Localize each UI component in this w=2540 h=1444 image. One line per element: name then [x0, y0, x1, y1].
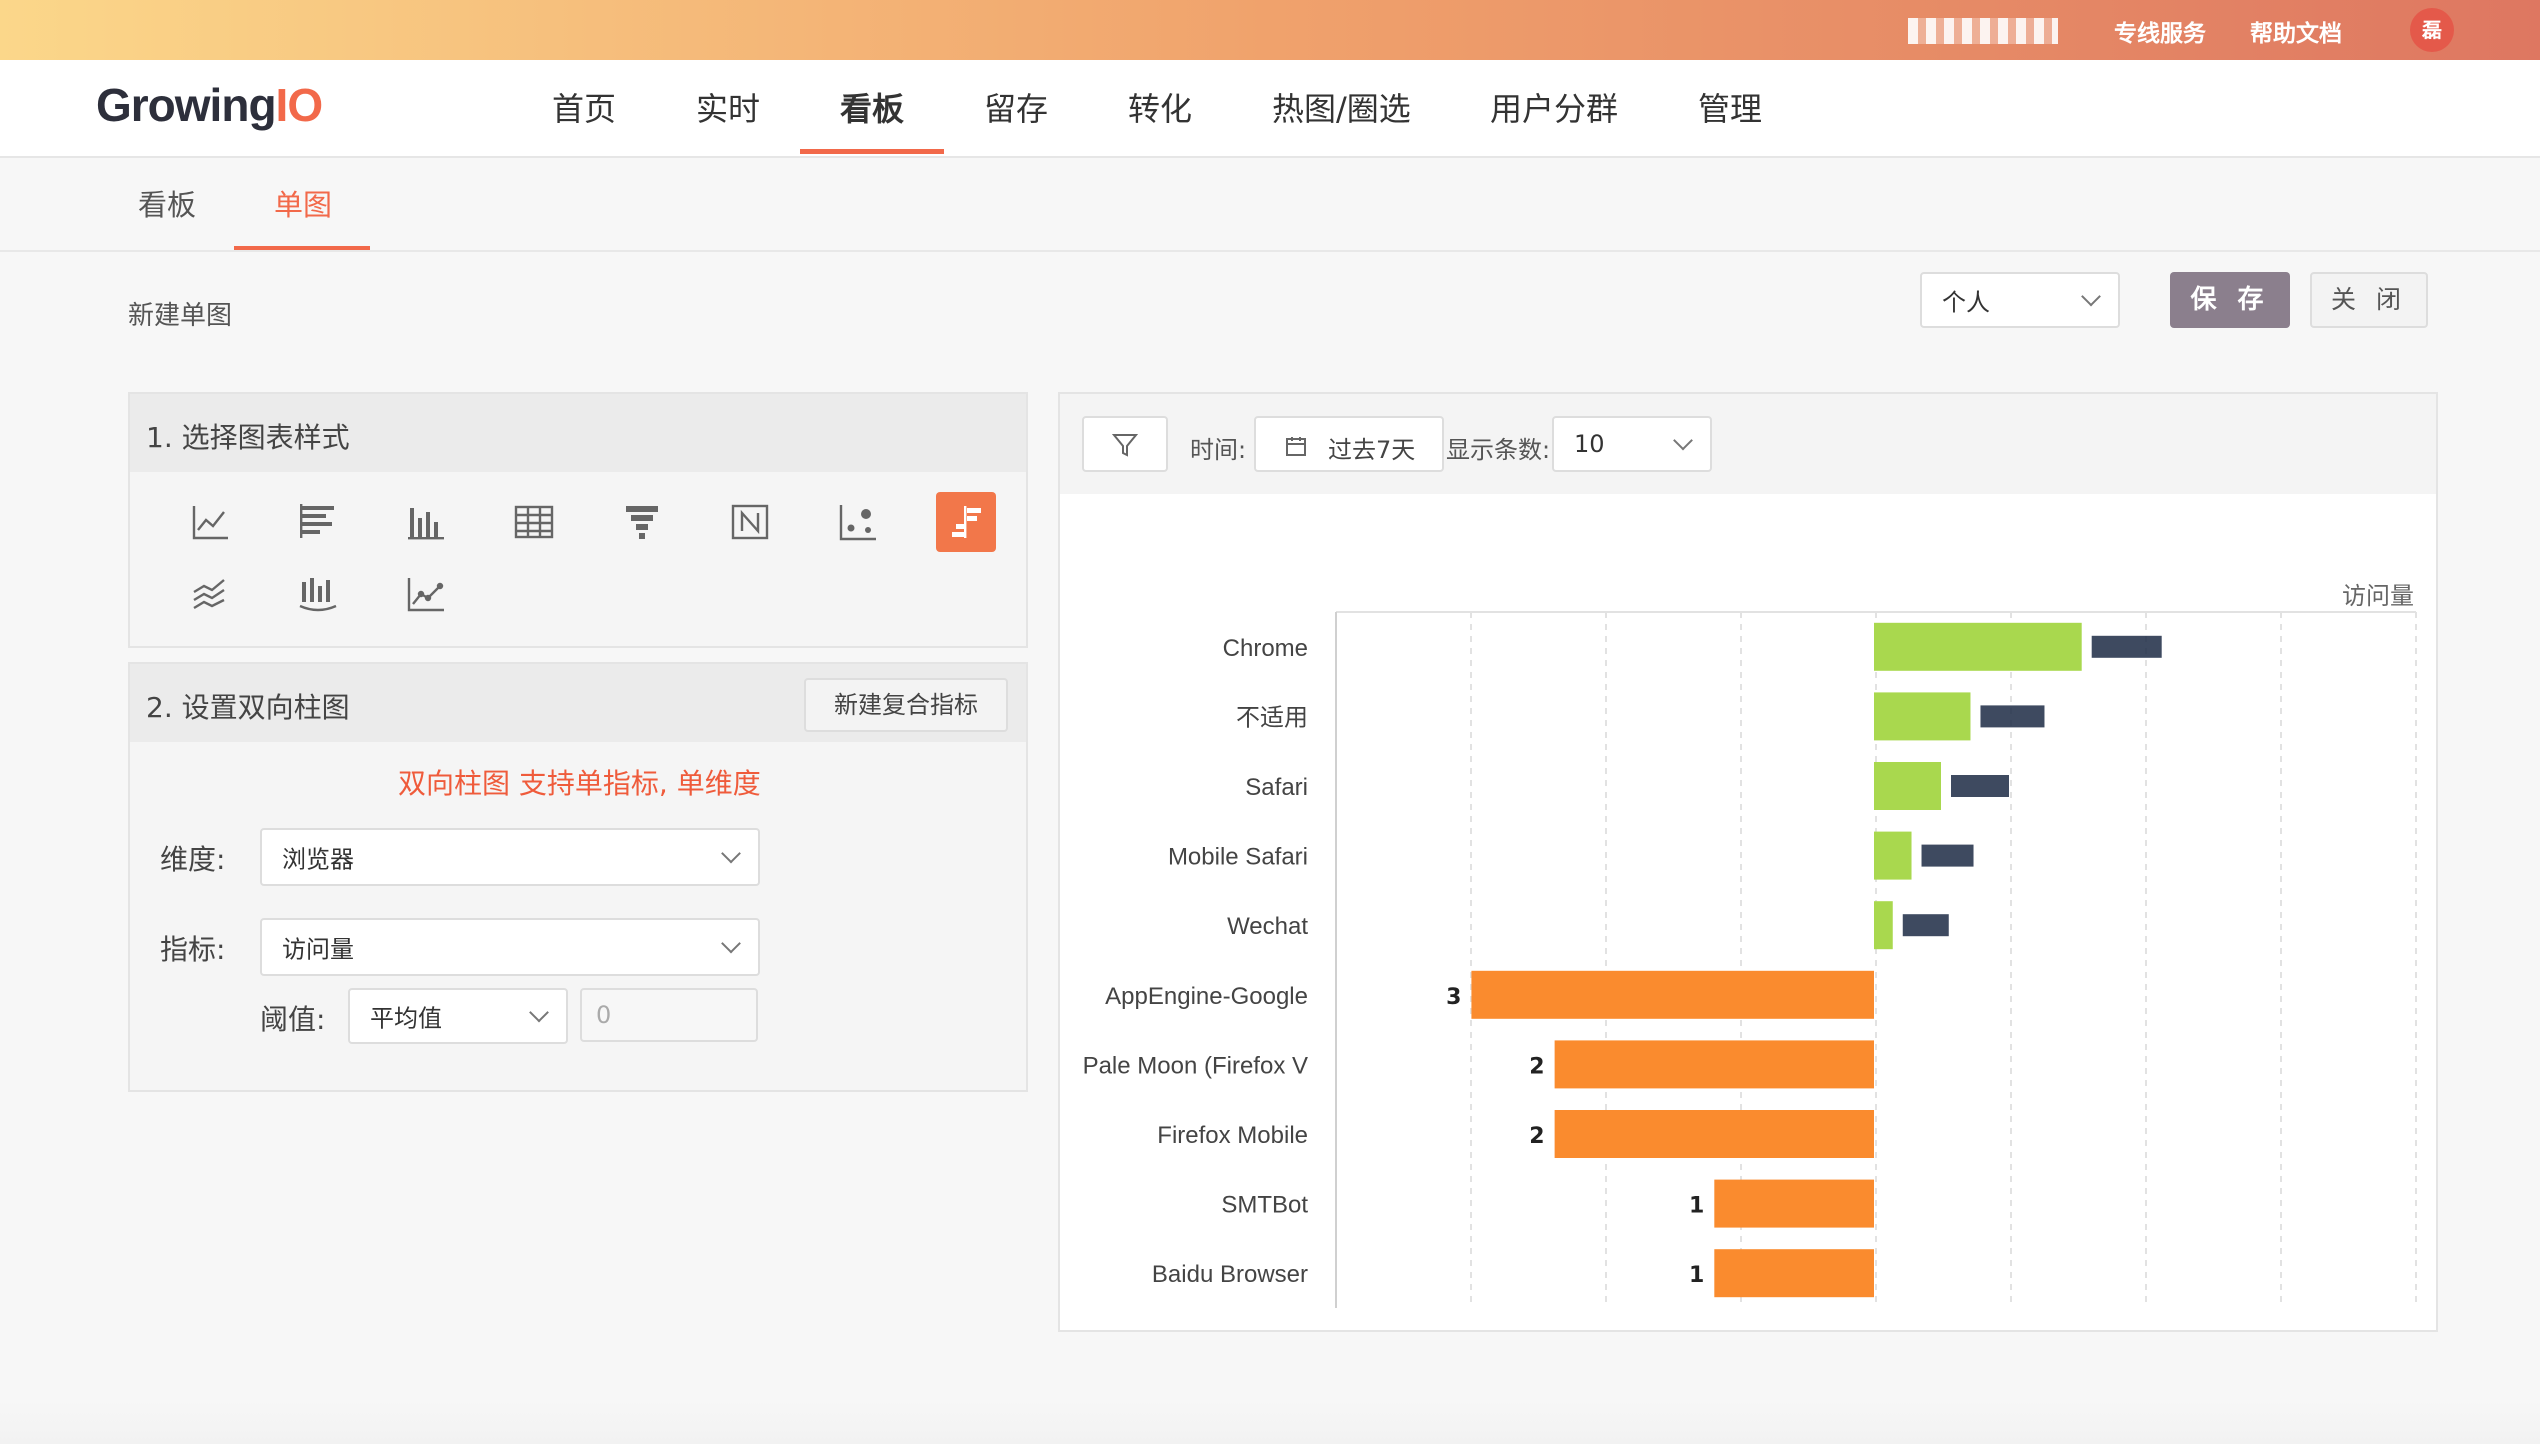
chevron-down-icon: [721, 843, 741, 864]
nav-dashboard[interactable]: 看板: [840, 84, 904, 130]
positive-bar: [1874, 831, 1912, 880]
negative-bar: [1471, 970, 1874, 1019]
value-label-redacted: [1980, 705, 2045, 728]
scope-select-value: 个人: [1942, 288, 1990, 317]
metric-label: 指标:: [160, 933, 226, 966]
category-label: Mobile Safari: [1168, 844, 1308, 871]
tab-single-chart[interactable]: 单图: [274, 182, 332, 224]
dimension-label: 维度:: [160, 843, 226, 876]
chart-type-panel: 1. 选择图表样式: [128, 392, 1028, 648]
value-label-redacted: [2091, 635, 2162, 658]
dimension-select-value: 浏览器: [282, 845, 354, 874]
negative-bar: [1714, 1249, 1874, 1298]
threshold-label: 阈值:: [260, 1003, 326, 1036]
nav-conversion[interactable]: 转化: [1128, 84, 1192, 130]
category-label: Pale Moon (Firefox V: [1083, 1052, 1308, 1079]
dimension-select[interactable]: 浏览器: [260, 828, 760, 886]
chevron-down-icon: [2081, 286, 2101, 307]
value-label: 1: [1689, 1263, 1704, 1288]
negative-bar: [1714, 1179, 1874, 1228]
threshold-value-input[interactable]: 0: [580, 988, 758, 1042]
bidirectional-bar-icon[interactable]: [936, 492, 996, 552]
sub-tabs: 看板 单图: [0, 158, 2540, 252]
help-docs-link[interactable]: 帮助文档: [2250, 14, 2342, 48]
dedicated-service-link[interactable]: 专线服务: [2114, 14, 2206, 48]
metric-select[interactable]: 访问量: [260, 918, 760, 976]
funnel-icon[interactable]: [612, 492, 672, 552]
threshold-mode-value: 平均值: [370, 1004, 442, 1033]
category-label: Firefox Mobile: [1157, 1122, 1308, 1149]
value-label-redacted: [1921, 844, 1974, 867]
category-label: SMTBot: [1221, 1192, 1308, 1219]
nav-segments[interactable]: 用户分群: [1490, 84, 1618, 130]
positive-bar: [1874, 692, 1971, 741]
avatar[interactable]: 磊: [2410, 8, 2454, 52]
value-label: 3: [1446, 985, 1461, 1010]
new-composite-metric-button[interactable]: 新建复合指标: [804, 678, 1008, 732]
account-name-redacted: [1908, 18, 2058, 44]
logo-text: Growing: [96, 79, 277, 131]
horizontal-bar-icon[interactable]: [288, 492, 348, 552]
nav-realtime[interactable]: 实时: [696, 84, 760, 130]
axis-label: 访问量: [2342, 582, 2414, 610]
value-label: 2: [1529, 1054, 1544, 1079]
scatter-icon[interactable]: [828, 492, 888, 552]
threshold-mode-select[interactable]: 平均值: [348, 988, 568, 1044]
nav-home[interactable]: 首页: [552, 84, 616, 130]
number-icon[interactable]: [720, 492, 780, 552]
category-label: Wechat: [1227, 913, 1308, 940]
settings-panel-title: 2. 设置双向柱图: [146, 691, 350, 724]
page-footer: [0, 1400, 2540, 1444]
chevron-down-icon: [529, 1002, 549, 1023]
category-label: AppEngine-Google: [1105, 983, 1308, 1010]
chart-type-panel-header: 1. 选择图表样式: [130, 394, 1026, 472]
tab-active-indicator: [234, 246, 370, 250]
positive-bar: [1874, 901, 1893, 950]
metric-select-value: 访问量: [282, 935, 354, 964]
top-banner: 专线服务 帮助文档 磊: [0, 0, 2540, 60]
logo-accent: IO: [275, 79, 324, 131]
positive-bar: [1874, 622, 2082, 671]
table-icon[interactable]: [504, 492, 564, 552]
tab-dashboard[interactable]: 看板: [138, 182, 196, 224]
category-label: Baidu Browser: [1152, 1261, 1308, 1288]
negative-bar: [1554, 1110, 1874, 1158]
chart-type-panel-title: 1. 选择图表样式: [146, 421, 350, 454]
trend-line-icon[interactable]: [396, 564, 456, 624]
nav-active-indicator: [800, 149, 944, 154]
chart-preview-panel: 时间: 过去7天 显示条数: 10 访问量 Chrome 不适用 Safari Mobi…: [1058, 392, 2438, 1332]
stacked-bar-icon[interactable]: [288, 564, 348, 624]
nav-heatmap[interactable]: 热图/圈选: [1272, 84, 1411, 130]
chart-support-hint: 双向柱图 支持单指标, 单维度: [398, 767, 761, 800]
chevron-down-icon: [721, 933, 741, 954]
category-label: Safari: [1245, 774, 1308, 801]
positive-bar: [1874, 762, 1941, 810]
save-button[interactable]: 保 存: [2170, 272, 2290, 328]
main-nav: GrowingIO 首页 实时 看板 留存 转化 热图/圈选 用户分群 管理: [0, 60, 2540, 158]
nav-retention[interactable]: 留存: [984, 84, 1048, 130]
vertical-bar-icon[interactable]: [396, 492, 456, 552]
line-chart-icon[interactable]: [180, 492, 240, 552]
nav-admin[interactable]: 管理: [1698, 84, 1762, 130]
value-label: 2: [1529, 1124, 1544, 1149]
value-label-redacted: [1902, 914, 1949, 937]
growingio-logo[interactable]: GrowingIO: [96, 78, 324, 132]
category-label: 不适用: [1236, 704, 1308, 731]
value-label: 1: [1689, 1194, 1704, 1219]
page-title: 新建单图: [128, 301, 233, 331]
scope-select[interactable]: 个人: [1920, 272, 2120, 328]
category-label: Chrome: [1223, 635, 1308, 662]
stacked-area-icon[interactable]: [180, 564, 240, 624]
close-button[interactable]: 关 闭: [2310, 272, 2428, 328]
bidirectional-bar-chart: 访问量 Chrome 不适用 Safari Mobile Safari Wechat App…: [1083, 582, 2417, 1308]
value-label-redacted: [1951, 775, 2009, 797]
negative-bar: [1554, 1040, 1874, 1089]
